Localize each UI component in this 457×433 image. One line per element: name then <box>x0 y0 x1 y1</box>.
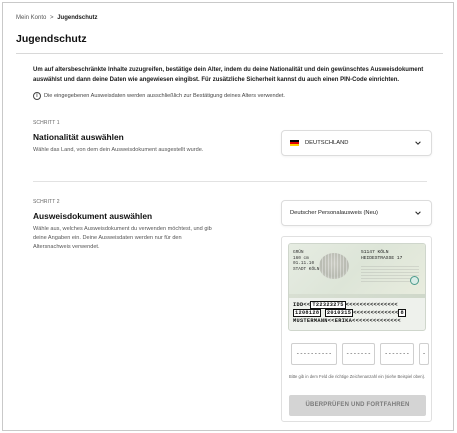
verify-continue-button[interactable]: ÜBERPRÜFEN UND FORTFAHREN <box>289 395 426 416</box>
breadcrumb: Mein Konto > Jugendschutz <box>16 15 98 21</box>
breadcrumb-separator: > <box>50 15 54 21</box>
breadcrumb-current: Jugendschutz <box>57 15 98 21</box>
info-note-text: Die eingegebenen Ausweisdaten werden aus… <box>44 93 285 99</box>
step2-label: SCHRITT 2 <box>33 199 60 205</box>
title-divider <box>16 53 443 54</box>
id-card-example-image: GRÜN 160 cm 01.11.10 STADT KÖLN 51147 KÖ… <box>288 243 426 331</box>
mrz-line2-mid: <<<<<<<<<<<<< <box>353 310 399 316</box>
document-select[interactable]: Deutscher Personalausweis (Neu) <box>281 200 432 226</box>
step1-description: Wähle das Land, von dem dein Ausweisdoku… <box>33 147 204 153</box>
id-field-3-input[interactable]: ------- <box>380 343 414 365</box>
step2-heading: Ausweisdokument auswählen <box>33 211 153 221</box>
id-card-left-line: STADT KÖLN <box>293 266 320 272</box>
mrz-highlight-box: 8 <box>398 309 406 317</box>
id-card-address-line: HEIDESTRASSE 17 <box>361 255 403 261</box>
document-entry-card: GRÜN 160 cm 01.11.10 STADT KÖLN 51147 KÖ… <box>281 236 432 422</box>
id-number-inputs: ---------- ------- ------- - <box>291 343 429 365</box>
nationality-select[interactable]: DEUTSCHLAND <box>281 130 432 156</box>
step1-heading: Nationalität auswählen <box>33 132 124 142</box>
nationality-select-value: DEUTSCHLAND <box>305 140 349 146</box>
germany-flag-icon <box>290 140 299 146</box>
chevron-down-icon <box>415 141 421 145</box>
chevron-down-icon <box>415 211 421 215</box>
step2-description: Wähle aus, welches Ausweisdokument du ve… <box>33 226 212 250</box>
step1-label: SCHRITT 1 <box>33 120 60 126</box>
id-field-1-input[interactable]: ---------- <box>291 343 337 365</box>
info-note: i Die eingegebenen Ausweisdaten werden a… <box>33 92 285 100</box>
id-card-address: 51147 KÖLN HEIDESTRASSE 17 <box>361 250 402 262</box>
id-card-band <box>289 294 425 298</box>
mrz-line3: MUSTERMANN<<ERIKA<<<<<<<<<<<<<< <box>293 318 401 324</box>
id-field-2-input[interactable]: ------- <box>342 343 375 365</box>
input-hint: Bitte gib in dem Feld die richtige Zeich… <box>289 374 426 379</box>
breadcrumb-parent-link[interactable]: Mein Konto <box>16 15 46 21</box>
id-field-4-input[interactable]: - <box>419 343 429 365</box>
mrz-line1-prefix: IDD<< <box>293 302 311 308</box>
info-icon: i <box>33 92 41 100</box>
page-frame: Mein Konto > Jugendschutz Jugendschutz U… <box>2 2 454 431</box>
document-select-value: Deutscher Personalausweis (Neu) <box>290 210 378 216</box>
mrz-highlight-box: T22323275 <box>310 301 346 309</box>
page-title: Jugendschutz <box>16 33 87 45</box>
section-divider <box>33 181 427 182</box>
mrz-highlight-box: 1208128 <box>293 309 322 317</box>
id-card-left-fields: GRÜN 160 cm 01.11.10 STADT KÖLN <box>293 250 319 272</box>
mrz-highlight-box: 2010315 <box>324 309 354 317</box>
mrz-line1-suffix: <<<<<<<<<<<<<<< <box>345 302 398 308</box>
id-card-photo-pattern <box>319 253 349 279</box>
id-card-mrz: IDD<< T22323275 <<<<<<<<<<<<<<< 1208128 20… <box>293 301 423 325</box>
id-card-hologram-icon <box>410 276 419 285</box>
intro-text: Um auf altersbeschränkte Inhalte zuzugre… <box>33 67 424 83</box>
